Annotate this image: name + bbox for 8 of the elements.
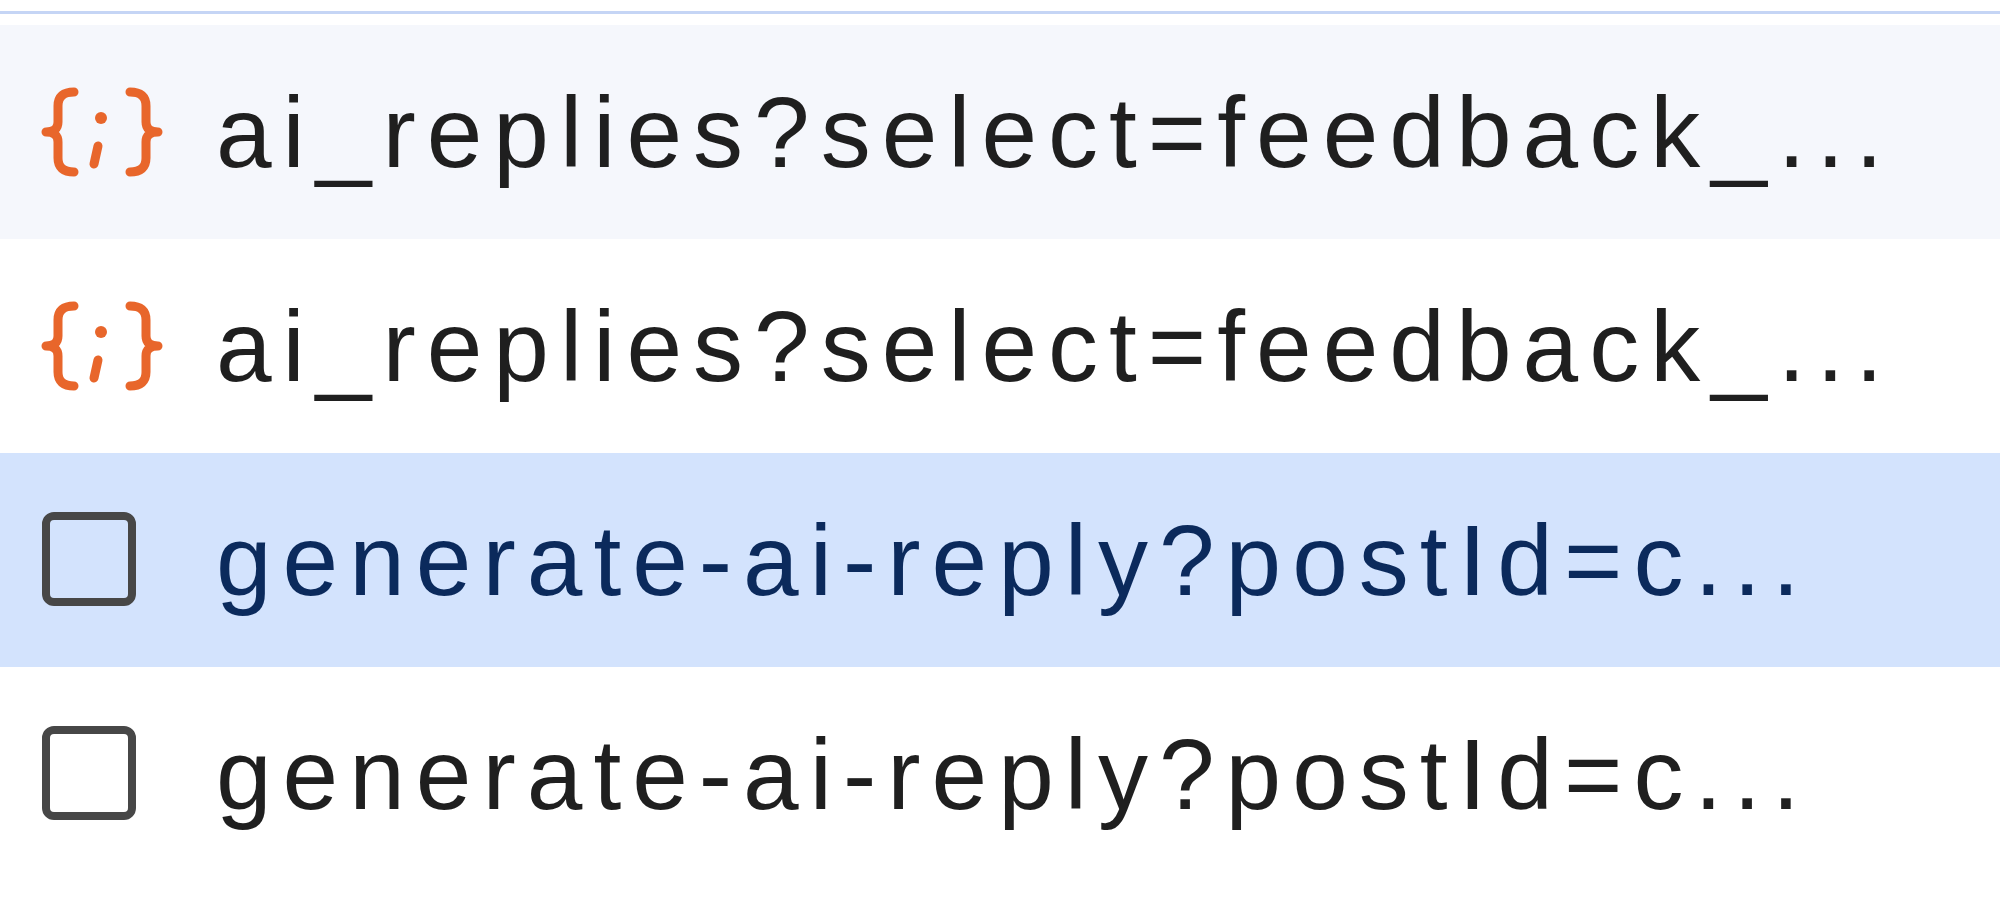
request-row[interactable]: ai_replies?select=feedback_...: [0, 25, 2000, 239]
request-name: ai_replies?select=feedback_...: [216, 74, 1895, 190]
request-row[interactable]: generate-ai-reply?postId=c...: [0, 667, 2000, 881]
request-name: ai_replies?select=feedback_...: [216, 288, 1895, 404]
request-name: generate-ai-reply?postId=c...: [216, 502, 1811, 618]
request-row[interactable]: ai_replies?select=feedback_...: [0, 239, 2000, 453]
request-row[interactable]: generate-ai-reply?postId=c...: [0, 453, 2000, 667]
request-name: generate-ai-reply?postId=c...: [216, 716, 1811, 832]
